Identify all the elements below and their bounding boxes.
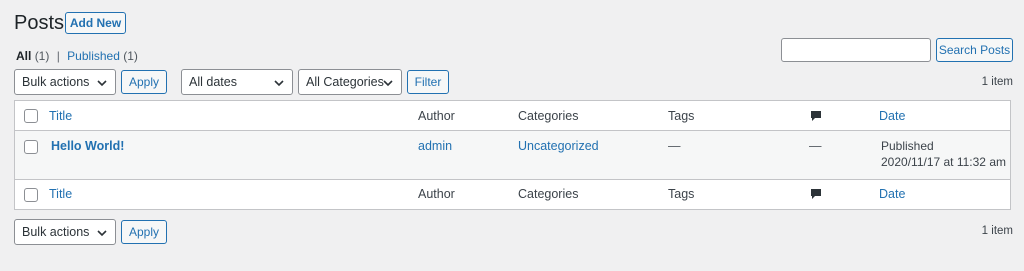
apply-button-bottom[interactable]: Apply — [121, 220, 167, 244]
page-title: Posts — [14, 12, 65, 34]
items-count-bottom: 1 item — [981, 225, 1013, 237]
category-filter-value: All Categories — [306, 75, 384, 89]
date-filter-select[interactable]: All dates — [181, 69, 293, 95]
select-all-checkbox[interactable] — [24, 109, 38, 123]
post-status-views: All (1) | Published (1) — [16, 49, 138, 63]
post-title-link[interactable]: Hello World! — [51, 139, 124, 153]
post-category-link[interactable]: Uncategorized — [518, 139, 599, 153]
post-tags: — — [668, 139, 681, 153]
column-categories: Categories — [518, 109, 579, 123]
chevron-down-icon — [383, 80, 393, 87]
view-all-count: (1) — [34, 49, 50, 63]
chevron-down-icon — [97, 80, 107, 87]
post-date-status: Published — [881, 139, 934, 153]
comment-icon[interactable] — [810, 188, 822, 200]
date-filter-value: All dates — [189, 75, 237, 89]
column-title-sort[interactable]: Title — [49, 109, 72, 123]
chevron-down-icon — [274, 80, 284, 87]
apply-button-top[interactable]: Apply — [121, 70, 167, 94]
row-checkbox[interactable] — [24, 140, 38, 154]
view-published-link[interactable]: Published — [67, 49, 120, 63]
filter-button[interactable]: Filter — [407, 70, 449, 94]
select-all-checkbox-footer[interactable] — [24, 188, 38, 202]
post-author-link[interactable]: admin — [418, 139, 452, 153]
column-date-sort-footer[interactable]: Date — [879, 187, 905, 201]
comment-icon[interactable] — [810, 110, 822, 122]
column-categories-footer: Categories — [518, 187, 579, 201]
bulk-actions-select-top[interactable]: Bulk actions — [14, 69, 116, 95]
search-posts-button[interactable]: Search Posts — [936, 38, 1013, 62]
table-header-row: Title Author Categories Tags Date — [15, 101, 1010, 131]
items-count-top: 1 item — [981, 76, 1013, 88]
column-author: Author — [418, 109, 455, 123]
post-comments: — — [809, 139, 822, 153]
view-all-link[interactable]: All — [16, 49, 31, 63]
bulk-actions-value: Bulk actions — [22, 75, 90, 89]
column-title-sort-footer[interactable]: Title — [49, 187, 72, 201]
bulk-actions-select-bottom[interactable]: Bulk actions — [14, 219, 116, 245]
table-footer-row: Title Author Categories Tags Date — [15, 179, 1010, 209]
column-author-footer: Author — [418, 187, 455, 201]
posts-table: Title Author Categories Tags Date Hello … — [14, 100, 1011, 210]
view-separator: | — [56, 49, 60, 63]
search-input[interactable] — [781, 38, 931, 62]
category-filter-select[interactable]: All Categories — [298, 69, 402, 95]
bulk-actions-value: Bulk actions — [22, 225, 90, 239]
column-tags: Tags — [668, 109, 695, 123]
column-date-sort[interactable]: Date — [879, 109, 905, 123]
add-new-button[interactable]: Add New — [65, 12, 126, 34]
post-date-value: 2020/11/17 at 11:32 am — [881, 155, 1006, 169]
view-published-count: (1) — [123, 49, 138, 63]
chevron-down-icon — [97, 230, 107, 237]
column-tags-footer: Tags — [668, 187, 695, 201]
table-row: Hello World! admin Uncategorized — — Pub… — [15, 131, 1010, 179]
